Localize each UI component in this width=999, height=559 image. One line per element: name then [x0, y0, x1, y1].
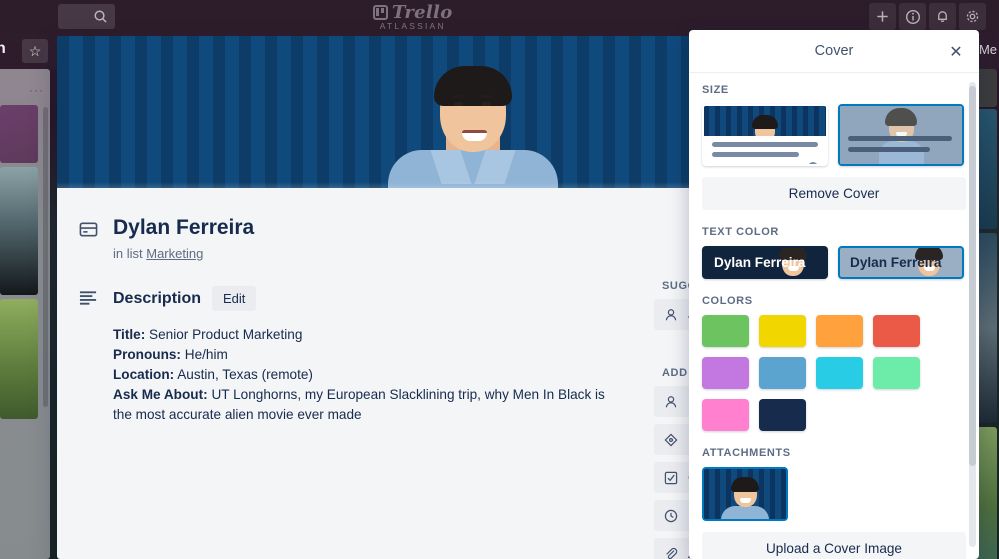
text-color-option-light[interactable]: Dylan Ferreira: [702, 246, 828, 279]
size-option-normal[interactable]: [702, 104, 828, 166]
color-swatch-pink[interactable]: [702, 399, 749, 431]
board-card-thumb[interactable]: [0, 105, 38, 163]
text-color-label: TEXT COLOR: [702, 226, 966, 238]
board-card-thumb[interactable]: [0, 167, 38, 295]
size-section-label: SIZE: [702, 84, 966, 96]
list-actions-icon[interactable]: ···: [29, 83, 44, 97]
remove-cover-button[interactable]: Remove Cover: [702, 177, 966, 210]
description-line-label: Pronouns:: [113, 347, 181, 362]
size-preview-lines: [704, 136, 826, 166]
person-icon: [664, 395, 678, 409]
plus-icon: [875, 9, 890, 24]
nav-actions: [869, 3, 995, 30]
description-lines-icon: [79, 290, 98, 306]
color-swatch-yellow[interactable]: [759, 315, 806, 347]
top-navigation-bar: Trello ATLASSIAN: [0, 0, 999, 33]
star-icon[interactable]: ☆: [22, 39, 48, 63]
size-preview-cover: [704, 106, 826, 136]
search-input[interactable]: [58, 4, 115, 29]
description-line: Title: Senior Product Marketing: [113, 325, 613, 345]
popover-body: SIZE: [689, 73, 979, 559]
paperclip-icon: [664, 547, 678, 559]
color-swatch-red[interactable]: [873, 315, 920, 347]
color-swatch-orange[interactable]: [816, 315, 863, 347]
trello-logo-text: Trello: [392, 2, 453, 23]
close-icon[interactable]: ✕: [945, 41, 967, 63]
label-icon: [664, 433, 678, 447]
card-glyph-icon: [79, 220, 98, 239]
description-edit-button[interactable]: Edit: [212, 286, 256, 311]
checklist-icon: [664, 471, 678, 485]
description-line-label: Location:: [113, 367, 174, 382]
card-list-location: in list Marketing: [113, 246, 254, 261]
trello-logo[interactable]: Trello ATLASSIAN: [373, 2, 453, 31]
color-swatch-grid: [702, 315, 966, 431]
board-card-thumb[interactable]: [0, 299, 38, 419]
description-line-value: Senior Product Marketing: [149, 327, 302, 342]
clock-icon: [664, 509, 678, 523]
description-heading: Description: [113, 290, 201, 308]
text-color-preview-label: Dylan Ferreira: [840, 255, 941, 270]
text-color-option-dark[interactable]: Dylan Ferreira: [838, 246, 964, 279]
description-line: Pronouns: He/him: [113, 345, 613, 365]
color-swatch-navy[interactable]: [759, 399, 806, 431]
upload-cover-image-button[interactable]: Upload a Cover Image: [702, 532, 966, 559]
description-section: Description Edit Title: Senior Product M…: [77, 286, 613, 426]
description-line-label: Ask Me About:: [113, 387, 208, 402]
list-link[interactable]: Marketing: [146, 246, 203, 261]
popover-title: Cover: [815, 43, 854, 59]
popover-attachments-label: ATTACHMENTS: [702, 447, 966, 459]
info-circle-icon: [905, 9, 921, 25]
screen: n ☆ w Me ··· Trello ATLASSIAN: [0, 0, 999, 559]
size-option-full-bleed[interactable]: [838, 104, 964, 166]
notifications-icon[interactable]: [929, 3, 956, 30]
color-swatch-green[interactable]: [702, 315, 749, 347]
in-list-label: in list: [113, 246, 143, 261]
person-icon: [664, 308, 678, 322]
page-title[interactable]: Dylan Ferreira: [113, 216, 254, 239]
color-swatch-sky[interactable]: [816, 357, 863, 389]
gear-icon: [965, 9, 980, 24]
atlassian-label: ATLASSIAN: [380, 21, 446, 31]
popover-header: Cover ✕: [689, 30, 979, 73]
size-preview-full: [840, 106, 962, 164]
cover-popover: Cover ✕ SIZE: [689, 30, 979, 559]
card-title-section: Dylan Ferreira in list Marketing: [77, 216, 254, 261]
text-color-options: Dylan Ferreira Dylan Ferreira: [702, 246, 966, 279]
trello-logo-mark: [373, 5, 388, 20]
description-line-value: He/him: [185, 347, 228, 362]
text-color-preview-label: Dylan Ferreira: [704, 255, 805, 270]
bell-icon: [935, 9, 950, 24]
board-column-left-peek: ···: [0, 69, 50, 559]
popover-scrollbar-thumb[interactable]: [969, 86, 976, 466]
color-swatch-lime[interactable]: [873, 357, 920, 389]
cover-photo-subject: [358, 54, 588, 188]
size-options: [702, 104, 966, 166]
description-text[interactable]: Title: Senior Product Marketing Pronouns…: [113, 325, 613, 426]
list-scrollbar[interactable]: [43, 107, 48, 407]
board-name: n: [0, 40, 6, 58]
description-line-value: Austin, Texas (remote): [177, 367, 313, 382]
text-color-section: TEXT COLOR Dylan Ferreira Dylan Ferreira: [702, 226, 966, 279]
add-icon[interactable]: [869, 3, 896, 30]
color-swatch-purple[interactable]: [702, 357, 749, 389]
popover-attachment-thumb-selected[interactable]: [702, 467, 788, 521]
search-icon: [93, 9, 108, 24]
color-swatch-blue[interactable]: [759, 357, 806, 389]
colors-label: COLORS: [702, 295, 966, 307]
colors-section: COLORS: [702, 295, 966, 431]
info-icon[interactable]: [899, 3, 926, 30]
description-line: Location: Austin, Texas (remote): [113, 365, 613, 385]
popover-attachments-section: ATTACHMENTS Upload a Cover Image Tip: Dr…: [702, 447, 966, 559]
description-icon: [77, 286, 99, 306]
card-icon: [77, 216, 99, 239]
description-line-label: Title:: [113, 327, 145, 342]
settings-icon[interactable]: [959, 3, 986, 30]
popover-attachment-options: [702, 467, 966, 521]
description-line: Ask Me About: UT Longhorns, my European …: [113, 385, 613, 425]
avatar-slot: [989, 3, 995, 30]
